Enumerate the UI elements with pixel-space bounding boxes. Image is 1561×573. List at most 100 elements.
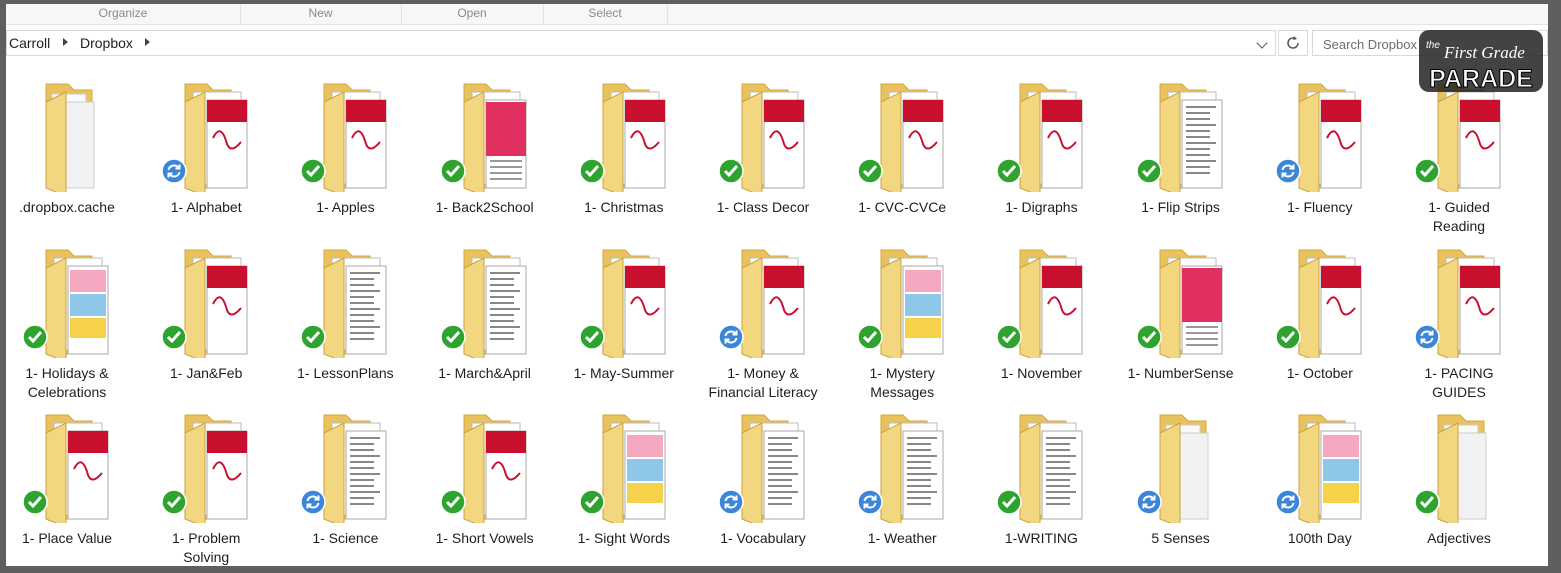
folder-name: 1- Science bbox=[312, 530, 379, 546]
syncing-icon bbox=[718, 323, 744, 355]
syncing-icon bbox=[1135, 489, 1162, 520]
ribbon-group-label: Open bbox=[457, 6, 487, 20]
synced-check-icon bbox=[579, 158, 605, 189]
ribbon-group-organize[interactable]: Organize bbox=[6, 4, 241, 24]
folder-item[interactable]: 1- May-Summer bbox=[559, 228, 689, 388]
synced-check-icon bbox=[857, 158, 883, 189]
folder-item[interactable]: 1- Short Vowels bbox=[420, 393, 550, 553]
folder-icon bbox=[24, 72, 114, 197]
folder-item[interactable]: 1- Holidays & Celebrations bbox=[6, 228, 132, 400]
folder-name: 1- Place Value bbox=[21, 530, 112, 546]
folder-name: 1- Problem Solving bbox=[171, 530, 241, 565]
folder-grid: .dropbox.cache 1- Alphabet 1- Apples 1- Bac… bbox=[6, 62, 1548, 566]
folder-item[interactable]: 1- October bbox=[1255, 228, 1385, 388]
synced-check-icon bbox=[1135, 323, 1162, 355]
folder-item[interactable]: .dropbox.cache bbox=[6, 62, 132, 222]
folder-name: 1- Apples bbox=[316, 199, 375, 215]
folder-item[interactable]: 1- Problem Solving bbox=[141, 393, 271, 565]
folder-name: 1- May-Summer bbox=[573, 364, 674, 381]
folder-item[interactable]: 1- Place Value bbox=[6, 393, 132, 553]
synced-check-icon bbox=[300, 323, 327, 355]
logo-text-mid: First Grade bbox=[1443, 43, 1525, 62]
folder-item[interactable]: 1- Weather bbox=[837, 393, 967, 553]
folder-name: 1- October bbox=[1286, 364, 1353, 381]
folder-item[interactable]: 5 Senses bbox=[1116, 393, 1246, 553]
folder-name: 1- Weather bbox=[867, 530, 937, 546]
synced-check-icon bbox=[22, 323, 48, 355]
address-bar[interactable]: Carroll Dropbox bbox=[6, 30, 1276, 56]
folder-item[interactable]: 1-WRITING bbox=[976, 393, 1106, 553]
synced-check-icon bbox=[579, 489, 605, 520]
logo-graphic: the First Grade PARADE bbox=[1419, 30, 1543, 94]
folder-item[interactable]: 100th Day bbox=[1255, 393, 1385, 553]
folder-item[interactable]: 1- Fluency bbox=[1255, 62, 1385, 222]
logo-text-main: PARADE bbox=[1429, 65, 1533, 93]
folder-name: 1- Short Vowels bbox=[435, 530, 534, 546]
folder-name: 1- Back2School bbox=[435, 199, 534, 215]
breadcrumb-carroll[interactable]: Carroll bbox=[9, 35, 50, 51]
breadcrumb-dropbox[interactable]: Dropbox bbox=[80, 35, 133, 51]
synced-check-icon bbox=[1414, 158, 1440, 189]
folder-item[interactable]: 1- CVC-CVCe bbox=[837, 62, 967, 222]
folder-name: 1-WRITING bbox=[1004, 530, 1078, 546]
folder-item[interactable]: 1- Back2School bbox=[420, 62, 550, 222]
folder-item[interactable]: 1- Digraphs bbox=[976, 62, 1106, 222]
synced-check-icon bbox=[161, 323, 187, 355]
ribbon-group-select[interactable]: Select bbox=[543, 4, 668, 24]
ribbon-group-open[interactable]: Open bbox=[401, 4, 544, 24]
synced-check-icon bbox=[1414, 489, 1440, 520]
folder-item[interactable]: 1- Alphabet bbox=[141, 62, 271, 222]
syncing-icon bbox=[161, 158, 187, 189]
folder-item[interactable]: 1- Sight Words bbox=[559, 393, 689, 553]
breadcrumb-chevron-icon[interactable] bbox=[145, 38, 150, 46]
folder-item[interactable]: 1- Jan&Feb bbox=[141, 228, 271, 388]
folder-item[interactable]: Adjectives bbox=[1394, 393, 1524, 553]
syncing-icon bbox=[1414, 323, 1440, 355]
folder-name: 1- Sight Words bbox=[577, 530, 670, 546]
syncing-icon bbox=[1275, 158, 1301, 189]
folder-item[interactable]: 1- November bbox=[976, 228, 1106, 388]
ribbon-group-label: Organize bbox=[98, 6, 148, 20]
folder-name: 1- Class Decor bbox=[716, 199, 810, 215]
folder-item[interactable]: 1- Science bbox=[280, 393, 410, 553]
folder-item[interactable]: 1- Apples bbox=[280, 62, 410, 222]
folder-item[interactable]: 1- March&April bbox=[420, 228, 550, 388]
folder-name: 1- Digraphs bbox=[1005, 199, 1078, 215]
ribbon-group-label: New bbox=[308, 6, 333, 20]
folder-item[interactable]: 1- Vocabulary bbox=[698, 393, 828, 553]
folder-name: 1- Flip Strips bbox=[1141, 199, 1220, 215]
folder-item[interactable]: 1- Money & Financial Literacy bbox=[698, 228, 828, 400]
folder-item[interactable]: 1- Christmas bbox=[559, 62, 689, 222]
folder-name: 1- Jan&Feb bbox=[170, 364, 243, 381]
ribbon-bar: Organize New Open Select bbox=[6, 4, 1548, 25]
synced-check-icon bbox=[439, 323, 466, 355]
syncing-icon bbox=[857, 489, 883, 520]
synced-check-icon bbox=[579, 323, 605, 355]
synced-check-icon bbox=[996, 489, 1023, 520]
folder-item[interactable]: 1- LessonPlans bbox=[280, 228, 410, 388]
ribbon-group-label: Select bbox=[588, 6, 622, 20]
refresh-button[interactable] bbox=[1278, 30, 1308, 56]
synced-check-icon bbox=[857, 323, 883, 355]
folder-item[interactable]: 1- Class Decor bbox=[698, 62, 828, 222]
logo-text-top: the bbox=[1426, 40, 1440, 51]
folder-name: 1- Christmas bbox=[584, 199, 664, 215]
folder-name: 1- NumberSense bbox=[1127, 364, 1234, 381]
syncing-icon bbox=[718, 489, 744, 520]
address-dropdown-icon[interactable] bbox=[1256, 37, 1268, 49]
breadcrumb-chevron-icon[interactable] bbox=[63, 38, 68, 46]
folder-item[interactable]: 1- Mystery Messages bbox=[837, 228, 967, 400]
folder-item[interactable]: 1- NumberSense bbox=[1116, 228, 1246, 388]
explorer-window: Organize New Open Select Carroll Dropbox… bbox=[6, 4, 1548, 566]
synced-check-icon bbox=[1275, 323, 1301, 355]
folder-name: Adjectives bbox=[1427, 530, 1491, 546]
synced-check-icon bbox=[439, 489, 466, 520]
folder-name: 1- November bbox=[1000, 364, 1082, 381]
syncing-icon bbox=[300, 489, 327, 520]
synced-check-icon bbox=[996, 158, 1023, 189]
folder-name: 1- Vocabulary bbox=[720, 530, 806, 546]
ribbon-group-new[interactable]: New bbox=[240, 4, 402, 24]
folder-item[interactable]: 1- Flip Strips bbox=[1116, 62, 1246, 222]
synced-check-icon bbox=[1135, 158, 1162, 189]
folder-item[interactable]: 1- PACING GUIDES bbox=[1394, 228, 1524, 400]
